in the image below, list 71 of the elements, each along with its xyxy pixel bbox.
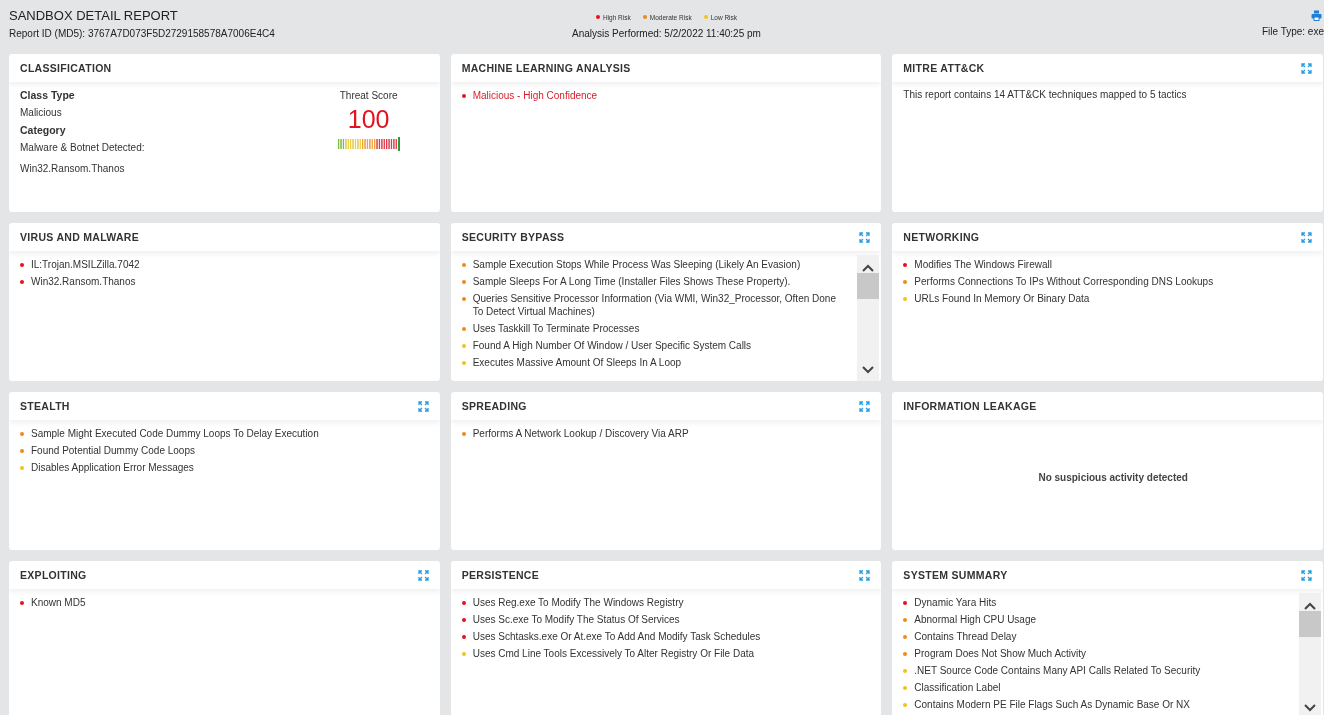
finding-text: Malicious - High Confidence: [472, 89, 599, 102]
finding-text: Dynamic Yara Hits: [914, 596, 998, 609]
finding-text: Performs A Network Lookup / Discovery Via ARP: [472, 427, 690, 440]
field-value: Malicious: [20, 106, 63, 119]
expand-icon[interactable]: [859, 569, 871, 581]
finding-text: Known MD5: [31, 596, 87, 609]
expand-icon[interactable]: [417, 569, 429, 581]
finding-text: Performs Connections To IPs Without Corresponding DNS Lookups: [914, 275, 1215, 288]
expand-icon[interactable]: [417, 400, 429, 412]
finding-text: Disables Application Error Messages: [31, 461, 195, 474]
print-icon[interactable]: [1311, 10, 1322, 21]
analysis-date: Analysis Performed: 5/2/2022 11:40:25 pm: [572, 28, 761, 39]
finding-text: Classification Label: [914, 681, 1002, 694]
finding-text: Contains Thread Delay: [914, 630, 1018, 643]
finding-text: Queries Sensitive Processor Information (Via WMI, Win32_Processor, Often Done To Detect Virtual Machines): [472, 292, 837, 318]
card-title: NETWORKING: [903, 231, 980, 243]
finding-text: Modifies The Windows Firewall: [914, 258, 1053, 271]
chevron-up-icon[interactable]: [1304, 601, 1316, 611]
finding-text: Contains Modern PE File Flags Such As Dynamic Base Or NX: [914, 698, 1191, 711]
expand-icon[interactable]: [859, 231, 871, 243]
finding-text: URLs Found In Memory Or Binary Data: [914, 292, 1091, 305]
finding-text: Win32.Ransom.Thanos: [31, 275, 137, 288]
card-title: STEALTH: [20, 400, 70, 412]
report-id: Report ID (MD5): 3767A7D073F5D2729158578A7006E4C4: [9, 28, 275, 39]
card-title: PERSISTENCE: [461, 569, 540, 581]
threat-meter: [337, 137, 400, 151]
finding-text: Uses Reg.exe To Modify The Windows Registry: [472, 596, 685, 609]
card-title: SECURITY BYPASS: [461, 231, 565, 243]
finding-text: Executes Massive Amount Of Sleeps In A Loop: [472, 356, 683, 369]
finding-text: Abnormal High CPU Usage: [914, 613, 1038, 626]
field-value: Malware & Botnet Detected:: [20, 141, 145, 154]
finding-text: .NET Source Code Contains Many API Calls Related To Security: [914, 664, 1202, 677]
chevron-down-icon[interactable]: [1304, 703, 1316, 713]
finding-text: Uses Schtasks.exe Or At.exe To Add And Modify Task Schedules: [472, 630, 762, 643]
finding-text: Sample Execution Stops While Process Was Sleeping (Likely An Evasion): [472, 258, 802, 271]
scroll-thumb[interactable]: [857, 273, 880, 299]
expand-icon[interactable]: [1301, 569, 1312, 581]
finding-text: Found A High Number Of Window / User Specific System Calls: [472, 339, 753, 352]
scrollbar[interactable]: [857, 255, 880, 381]
card-title: CLASSIFICATION: [20, 62, 112, 74]
threat-score: 100: [347, 105, 390, 134]
card-title: VIRUS AND MALWARE: [20, 231, 140, 243]
empty-message: No suspicious activity detected: [1037, 470, 1189, 485]
chevron-up-icon[interactable]: [862, 263, 875, 273]
chevron-down-icon[interactable]: [862, 365, 875, 375]
finding-text: IL:Trojan.MSILZilla.7042: [31, 258, 141, 271]
threat-score-label: Threat Score: [339, 89, 398, 102]
card-title: SYSTEM SUMMARY: [903, 569, 1008, 581]
expand-icon[interactable]: [1301, 231, 1312, 243]
expand-icon[interactable]: [859, 400, 871, 412]
finding-text: Sample Might Executed Code Dummy Loops To Delay Execution: [31, 427, 320, 440]
file-type: File Type: exe: [1261, 26, 1324, 37]
card-title: MACHINE LEARNING ANALYSIS: [461, 62, 631, 74]
card-title: SPREADING: [461, 400, 527, 412]
report-title: SANDBOX DETAIL REPORT: [9, 8, 178, 23]
finding-text: Uses Taskkill To Terminate Processes: [472, 322, 641, 335]
card-title: INFORMATION LEAKAGE: [903, 400, 1037, 412]
field-label: Category: [20, 124, 67, 136]
field-value: Win32.Ransom.Thanos: [20, 162, 126, 175]
card-title: MITRE ATT&CK: [903, 62, 985, 74]
finding-text: Uses Sc.exe To Modify The Status Of Services: [472, 613, 681, 626]
finding-text: Uses Cmd Line Tools Excessively To Alter Registry Or File Data: [472, 647, 756, 660]
finding-text: Program Does Not Show Much Activity: [914, 647, 1088, 660]
scrollbar[interactable]: [1299, 593, 1321, 715]
expand-icon[interactable]: [1301, 62, 1312, 74]
finding-text: Sample Sleeps For A Long Time (Installer Files Shows These Property).: [472, 275, 792, 288]
card-title: EXPLOITING: [20, 569, 87, 581]
scroll-thumb[interactable]: [1299, 611, 1321, 637]
field-label: Class Type: [20, 89, 76, 101]
summary-text: This report contains 14 ATT&CK techniques mapped to 5 tactics: [903, 88, 1187, 102]
finding-text: Found Potential Dummy Code Loops: [31, 444, 196, 457]
